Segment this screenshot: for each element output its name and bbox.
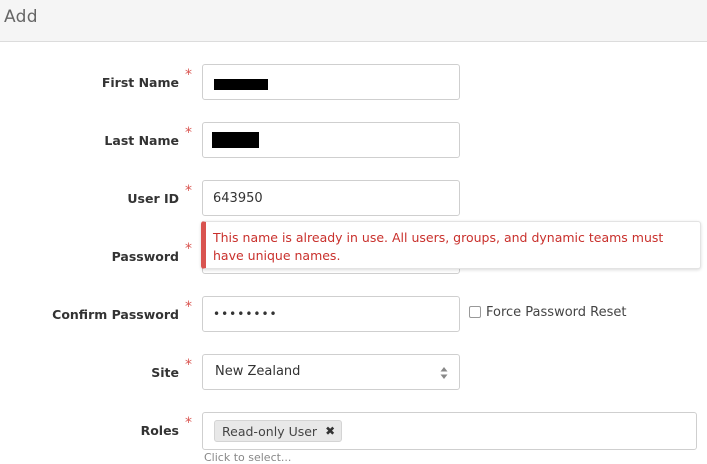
force-password-reset-label: Force Password Reset — [486, 304, 627, 320]
confirm-password-label: Confirm Password — [52, 307, 179, 322]
user-id-label: User ID — [127, 191, 179, 206]
required-marker: * — [185, 125, 192, 141]
last-name-label: Last Name — [104, 133, 179, 148]
required-marker: * — [185, 357, 192, 373]
remove-tag-icon[interactable]: ✖ — [325, 424, 335, 438]
first-name-row: First Name * — [0, 64, 707, 102]
required-marker: * — [185, 183, 192, 199]
last-name-row: Last Name * — [0, 122, 707, 160]
sort-arrows-icon — [440, 367, 448, 379]
user-id-input[interactable] — [202, 180, 460, 216]
force-password-reset[interactable]: Force Password Reset — [469, 304, 626, 320]
error-tooltip: This name is already in use. All users, … — [201, 221, 701, 269]
password-label: Password — [111, 249, 179, 264]
required-marker: * — [185, 241, 192, 257]
roles-label: Roles — [140, 423, 179, 438]
user-id-row: User ID * — [0, 180, 707, 218]
first-name-input[interactable] — [202, 64, 460, 100]
redaction-bar — [212, 132, 259, 148]
redaction-bar — [214, 79, 268, 90]
page-title: Add — [4, 7, 38, 27]
roles-hint: Click to select... — [204, 451, 292, 464]
site-row: Site * New Zealand — [0, 354, 707, 392]
last-name-input[interactable] — [202, 122, 460, 158]
site-selected-value: New Zealand — [215, 364, 301, 379]
roles-multiselect[interactable]: Read-only User ✖ — [202, 412, 697, 450]
confirm-password-input[interactable]: •••••••• — [202, 296, 460, 332]
role-tag: Read-only User ✖ — [214, 420, 343, 442]
required-marker: * — [185, 299, 192, 315]
force-password-reset-checkbox[interactable] — [469, 306, 481, 318]
site-label: Site — [151, 365, 179, 380]
role-tag-label: Read-only User — [222, 423, 318, 439]
required-marker: * — [185, 67, 192, 83]
required-marker: * — [185, 415, 192, 431]
site-select[interactable]: New Zealand — [202, 354, 460, 390]
first-name-label: First Name — [101, 75, 179, 90]
page-header: Add — [0, 0, 707, 42]
